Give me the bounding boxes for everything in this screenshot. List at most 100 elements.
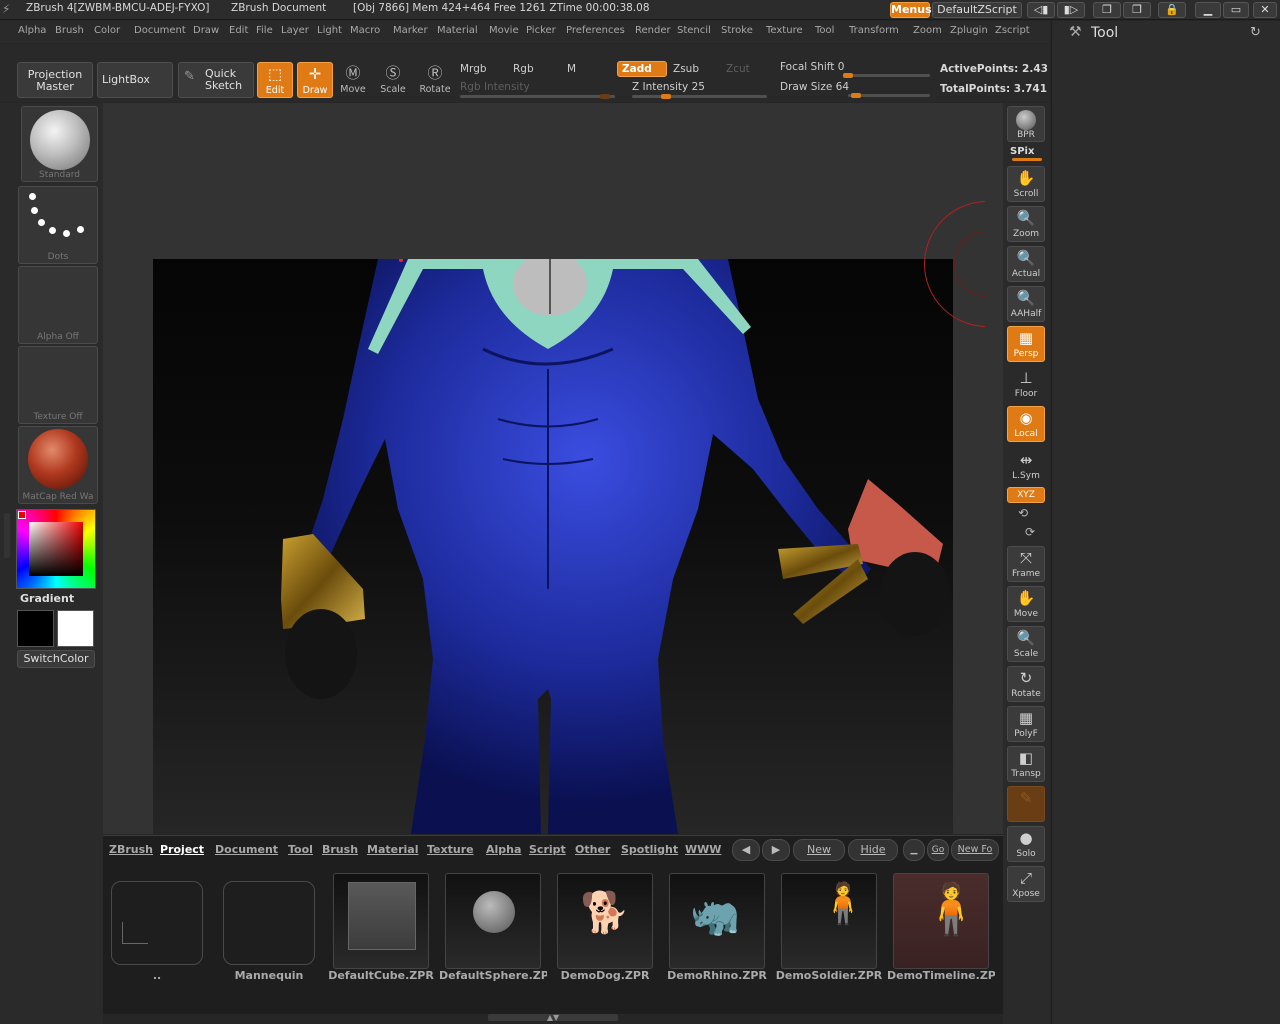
lightbox-button[interactable]: LightBox	[97, 62, 173, 98]
spix-slider[interactable]	[1012, 158, 1042, 161]
menu-render[interactable]: Render	[635, 25, 671, 36]
rotate-z-icon[interactable]: ⟳	[1025, 525, 1035, 539]
menu-light[interactable]: Light	[317, 25, 342, 36]
lock-icon[interactable]: 🔒	[1158, 2, 1186, 18]
rotate-view-button[interactable]: ↻ Rotate	[1007, 666, 1045, 702]
aahalf-button[interactable]: 🔍 AAHalf	[1007, 286, 1045, 322]
lb-tab-script[interactable]: Script	[529, 843, 566, 856]
menu-movie[interactable]: Movie	[489, 25, 519, 36]
xyz-button[interactable]: XYZ	[1007, 487, 1045, 503]
color-picker[interactable]	[16, 509, 96, 589]
menu-macro[interactable]: Macro	[350, 25, 380, 36]
hue-marker[interactable]	[18, 511, 26, 519]
tool-palette-title[interactable]: Tool	[1091, 25, 1118, 41]
floor-button[interactable]: ⊥ Floor	[1007, 366, 1045, 402]
rgb-intensity-knob[interactable]	[600, 94, 610, 99]
m-toggle[interactable]: M	[567, 63, 576, 75]
left-dock-handle[interactable]	[4, 513, 10, 558]
scale-view-button[interactable]: 🔍 Scale	[1007, 626, 1045, 662]
switch-color-button[interactable]: SwitchColor	[17, 650, 95, 668]
ghost-button[interactable]: ✎	[1007, 786, 1045, 822]
bpr-button[interactable]: BPR	[1007, 106, 1045, 142]
menu-layer[interactable]: Layer	[281, 25, 309, 36]
menu-color[interactable]: Color	[94, 25, 120, 36]
saturation-square[interactable]	[29, 522, 83, 576]
menu-zoom[interactable]: Zoom	[913, 25, 942, 36]
menu-zscript[interactable]: Zscript	[995, 25, 1030, 36]
stroke-picker[interactable]: Dots	[18, 186, 98, 264]
material-picker[interactable]: MatCap Red Wa	[18, 426, 98, 504]
menu-preferences[interactable]: Preferences	[566, 25, 625, 36]
lb-tab-document[interactable]: Document	[215, 843, 278, 856]
lb-parent-folder-icon[interactable]	[111, 881, 203, 965]
xpose-button[interactable]: ⤢ Xpose	[1007, 866, 1045, 902]
zsub-toggle[interactable]: Zsub	[673, 63, 699, 75]
lb-go-button[interactable]: Go	[927, 839, 949, 861]
lb-prev-icon[interactable]: ◀	[732, 839, 760, 861]
lb-next-icon[interactable]: ▶	[762, 839, 790, 861]
lb-tab-brush[interactable]: Brush	[322, 843, 358, 856]
menu-material[interactable]: Material	[437, 25, 478, 36]
lb-demodog-thumb[interactable]: 🐕	[557, 873, 653, 969]
refresh-icon[interactable]: ↻	[1250, 25, 1261, 40]
quick-sketch-button[interactable]: ✎ Quick Sketch	[178, 62, 254, 98]
lb-new-folder-button[interactable]: New Fo	[951, 839, 999, 861]
menu-transform[interactable]: Transform	[849, 25, 899, 36]
lb-demosoldier-thumb[interactable]: 🧍	[781, 873, 877, 969]
lb-tab-material[interactable]: Material	[367, 843, 418, 856]
texture-picker[interactable]: Texture Off	[18, 346, 98, 424]
model-canvas[interactable]	[153, 259, 953, 834]
move-button[interactable]: Ⓜ Move	[335, 62, 371, 98]
lb-tab-tool[interactable]: Tool	[288, 843, 313, 856]
maximize-icon[interactable]: ▭	[1223, 2, 1249, 18]
menus-button[interactable]: Menus	[890, 2, 932, 18]
minimize-icon[interactable]: ▁	[1195, 2, 1221, 18]
lb-tab-alpha[interactable]: Alpha	[486, 843, 521, 856]
zadd-toggle[interactable]: Zadd	[617, 61, 667, 77]
menu-marker[interactable]: Marker	[393, 25, 428, 36]
lsym-button[interactable]: ⇹ L.Sym	[1007, 448, 1045, 484]
focal-shift-slider[interactable]	[843, 73, 930, 78]
menu-alpha[interactable]: Alpha	[18, 25, 46, 36]
z-intensity-slider[interactable]	[632, 94, 767, 99]
lb-defaultsphere-thumb[interactable]	[445, 873, 541, 969]
rotate-y-icon[interactable]: ⟲	[1018, 506, 1028, 520]
lb-defaultcube-thumb[interactable]	[333, 873, 429, 969]
lb-tab-www[interactable]: WWW	[685, 843, 721, 856]
menu-texture[interactable]: Texture	[766, 25, 803, 36]
draw-button[interactable]: ✛ Draw	[297, 62, 333, 98]
layout-right-icon[interactable]: ▮▷	[1057, 2, 1085, 18]
frame-button[interactable]: ⤧ Frame	[1007, 546, 1045, 582]
rotate-button[interactable]: Ⓡ Rotate	[417, 62, 453, 98]
actual-button[interactable]: 🔍 Actual	[1007, 246, 1045, 282]
window-tile-icon[interactable]: ❐	[1123, 2, 1151, 18]
gradient-label[interactable]: Gradient	[20, 592, 74, 605]
lb-tab-zbrush[interactable]: ZBrush	[109, 843, 153, 856]
lb-tab-project[interactable]: Project	[160, 843, 204, 856]
zcut-toggle[interactable]: Zcut	[726, 63, 750, 75]
edit-button[interactable]: ⬚ Edit	[257, 62, 293, 98]
default-zscript-button[interactable]: DefaultZScript	[932, 2, 1022, 18]
polyf-button[interactable]: ▦ PolyF	[1007, 706, 1045, 742]
mrgb-toggle[interactable]: Mrgb	[460, 63, 487, 75]
lb-tab-other[interactable]: Other	[575, 843, 610, 856]
transp-button[interactable]: ◧ Transp	[1007, 746, 1045, 782]
local-button[interactable]: ◉ Local	[1007, 406, 1045, 442]
focal-shift-knob[interactable]	[843, 73, 853, 78]
window-restore-icon[interactable]: ❐	[1093, 2, 1121, 18]
lb-tab-texture[interactable]: Texture	[427, 843, 474, 856]
brush-picker[interactable]: Standard	[21, 106, 98, 182]
draw-size-slider[interactable]	[848, 93, 930, 98]
menu-draw[interactable]: Draw	[193, 25, 219, 36]
menu-edit[interactable]: Edit	[229, 25, 248, 36]
menu-document[interactable]: Document	[134, 25, 186, 36]
lb-demotimeline-thumb[interactable]: 🧍	[893, 873, 989, 969]
lb-tab-spotlight[interactable]: Spotlight	[621, 843, 678, 856]
lightbox-collapse-handle[interactable]: ▲▼	[488, 1014, 618, 1022]
solo-button[interactable]: ● Solo	[1007, 826, 1045, 862]
rgb-intensity-slider[interactable]	[460, 94, 615, 99]
move-view-button[interactable]: ✋ Move	[1007, 586, 1045, 622]
persp-button[interactable]: ▦ Persp	[1007, 326, 1045, 362]
scroll-button[interactable]: ✋ Scroll	[1007, 166, 1045, 202]
z-intensity-knob[interactable]	[660, 94, 671, 99]
